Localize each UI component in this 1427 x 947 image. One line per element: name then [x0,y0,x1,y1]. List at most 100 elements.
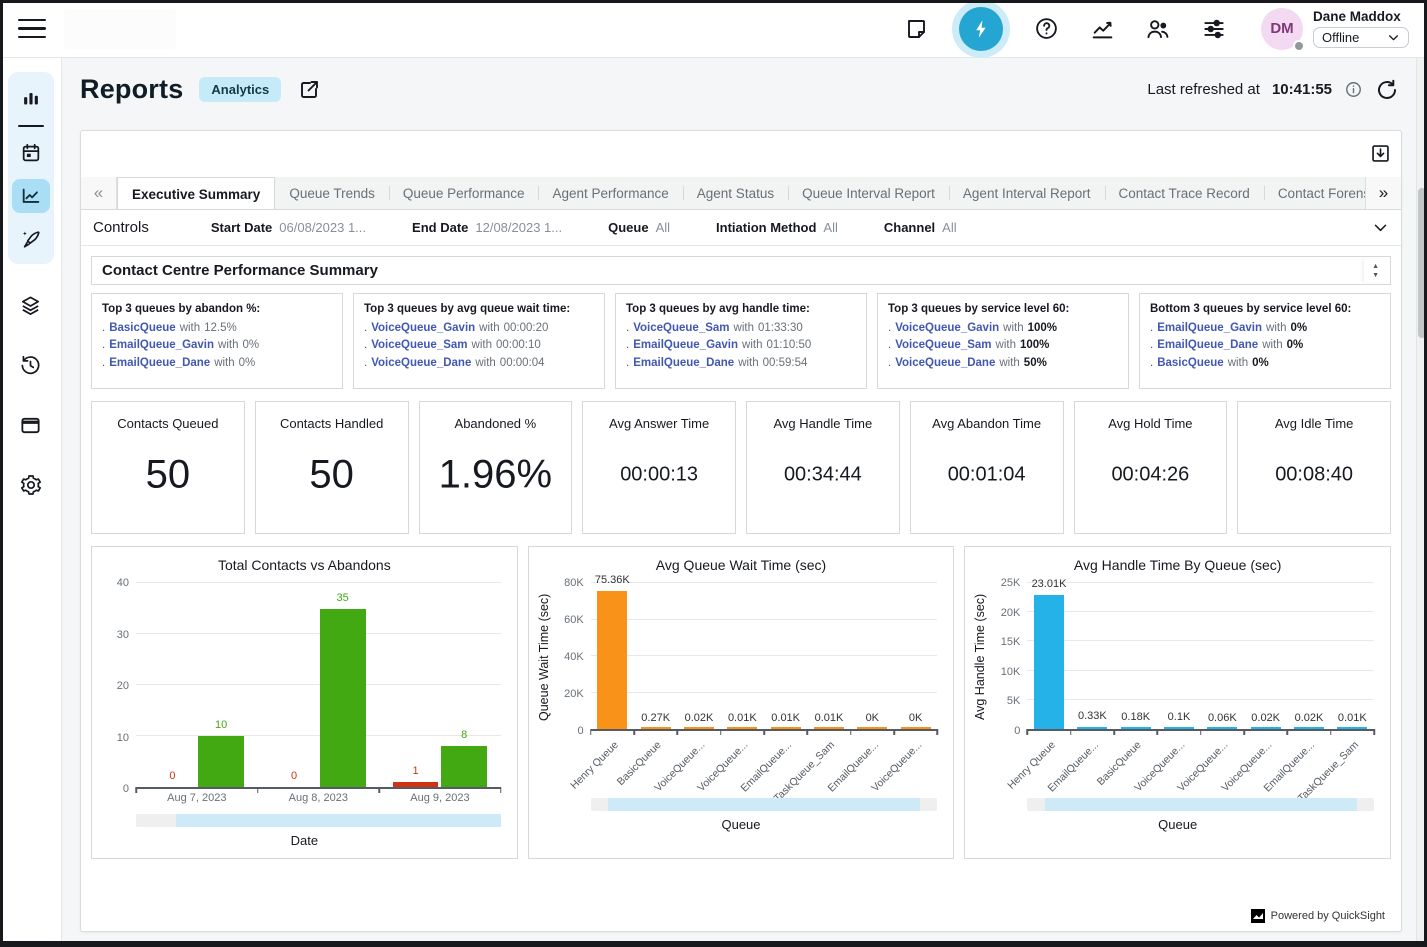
vertical-scrollbar-thumb[interactable] [1418,188,1426,338]
filter-value: All [942,220,956,235]
queue-link[interactable]: BasicQueue [109,320,175,337]
bar[interactable] [857,727,887,729]
queue-link[interactable]: EmailQueue_Gavin [1157,320,1262,337]
bar[interactable] [1337,727,1367,729]
tab-queue-trends[interactable]: Queue Trends [275,177,389,209]
sidebar-item-history[interactable] [12,348,50,382]
tab-executive-summary[interactable]: Executive Summary [117,177,275,209]
chart-scrollbar-thumb[interactable] [176,814,501,827]
bar[interactable] [727,727,757,729]
bar[interactable] [1077,727,1107,729]
controls-collapse-button[interactable] [1372,219,1389,236]
tab-queue-interval-report[interactable]: Queue Interval Report [788,177,949,209]
info-icon[interactable] [1344,80,1363,99]
open-external-button[interactable] [297,78,321,102]
queue-link[interactable]: BasicQueue [1157,355,1223,372]
tabs-scroll-left-button[interactable]: « [81,177,117,209]
bar[interactable] [393,782,439,787]
vertical-scrollbar[interactable] [1416,58,1427,947]
tab-queue-performance[interactable]: Queue Performance [389,177,539,209]
tabs-scroll-right-button[interactable]: » [1365,177,1401,209]
filter-initiation-method[interactable]: Intiation Method All [716,220,838,235]
bar[interactable] [771,727,801,729]
queue-link[interactable]: EmailQueue_Gavin [109,337,214,354]
summary-card-abandon: Top 3 queues by abandon %: .BasicQueuewi… [91,293,343,389]
queue-link[interactable]: VoiceQueue_Gavin [371,320,475,337]
download-button[interactable] [1370,143,1391,164]
queue-link[interactable]: EmailQueue_Gavin [633,337,738,354]
logo-placeholder [64,9,176,49]
chart-card-avg-handle-time-by-queue: Avg Handle Time By Queue (sec) Avg Handl… [964,546,1391,859]
tab-agent-performance[interactable]: Agent Performance [538,177,682,209]
note-icon[interactable] [903,16,929,42]
bar[interactable] [597,591,627,729]
avatar[interactable]: DM [1261,8,1303,50]
summary-card-title: Top 3 queues by avg handle time: [626,303,856,315]
queue-link[interactable]: VoiceQueue_Sam [371,337,467,354]
sidebar-item-settings[interactable] [12,468,50,502]
conj: with [1228,355,1248,372]
bar[interactable] [1251,727,1281,729]
triangle-up-icon: ▲ [1372,263,1379,270]
filter-channel[interactable]: Channel All [884,220,957,235]
bar[interactable] [901,727,931,729]
bar[interactable] [684,727,714,729]
sidebar [0,58,62,947]
bars-layer: 75.36K0.27K0.02K0.01K0.01K0.01K0K0K [591,583,938,729]
bar[interactable] [1294,727,1324,729]
chart-scrollbar-thumb[interactable] [608,798,920,811]
bar[interactable] [441,746,487,787]
queue-link[interactable]: EmailQueue_Dane [109,355,210,372]
y-tick-label: 20K [1001,607,1021,619]
bar[interactable] [198,736,244,787]
queue-link[interactable]: VoiceQueue_Sam [633,320,729,337]
sidebar-item-flows[interactable] [12,288,50,322]
quick-actions-button[interactable] [959,7,1003,51]
summary-expand-control[interactable]: ▲ ▼ [1364,259,1387,282]
sidebar-item-workspace[interactable] [12,408,50,442]
help-icon[interactable] [1033,16,1059,42]
queue-link[interactable]: EmailQueue_Dane [633,355,734,372]
kpi-value: 50 [256,453,408,498]
status-dropdown[interactable]: Offline [1313,27,1409,48]
tab-contact-trace-record[interactable]: Contact Trace Record [1105,177,1264,209]
preferences-sliders-icon[interactable] [1201,16,1227,42]
queue-link[interactable]: VoiceQueue_Sam [895,337,991,354]
refresh-icon[interactable] [1375,78,1399,102]
bar[interactable] [1121,727,1151,729]
filter-queue[interactable]: Queue All [608,220,670,235]
summary-item: .VoiceQueue_Danewith00:00:04 [364,355,594,372]
bar-group: 035 [258,583,380,787]
bar-slot: 0 [148,583,197,787]
x-label-slot: Aug 7, 2023 [136,792,258,808]
tab-agent-status[interactable]: Agent Status [683,177,788,209]
tab-agent-interval-report[interactable]: Agent Interval Report [949,177,1105,209]
bar[interactable] [641,727,671,729]
sidebar-item-dashboard[interactable] [12,82,50,116]
sidebar-item-schedule[interactable] [12,136,50,170]
queue-link[interactable]: VoiceQueue_Gavin [895,320,999,337]
filter-start-date[interactable]: Start Date 06/08/2023 1... [211,220,366,235]
queue-link[interactable]: VoiceQueue_Dane [895,355,995,372]
tab-contact-forensics[interactable]: Contact Forensics [1264,177,1365,209]
chart-x-axis-label: Queue [965,817,1390,832]
bar[interactable] [1164,727,1194,729]
bar[interactable] [320,609,366,788]
chart-scrollbar[interactable] [1027,798,1374,811]
sidebar-item-reports[interactable] [12,179,50,213]
chart-scrollbar-thumb[interactable] [1045,798,1357,811]
chart-scrollbar[interactable] [591,798,938,811]
bar[interactable] [814,727,844,729]
users-icon[interactable] [1145,16,1171,42]
summary-card-handle-time: Top 3 queues by avg handle time: .VoiceQ… [615,293,867,389]
queue-link[interactable]: VoiceQueue_Dane [371,355,471,372]
hamburger-menu-icon[interactable] [18,19,46,39]
queue-link[interactable]: EmailQueue_Dane [1157,337,1258,354]
bar[interactable] [1034,595,1064,729]
sidebar-item-design[interactable] [12,222,50,256]
metrics-icon[interactable] [1089,16,1115,42]
bar[interactable] [1207,727,1237,729]
chart-scrollbar[interactable] [136,814,501,827]
filter-end-date[interactable]: End Date 12/08/2023 1... [412,220,562,235]
summary-value: 0% [239,355,256,372]
